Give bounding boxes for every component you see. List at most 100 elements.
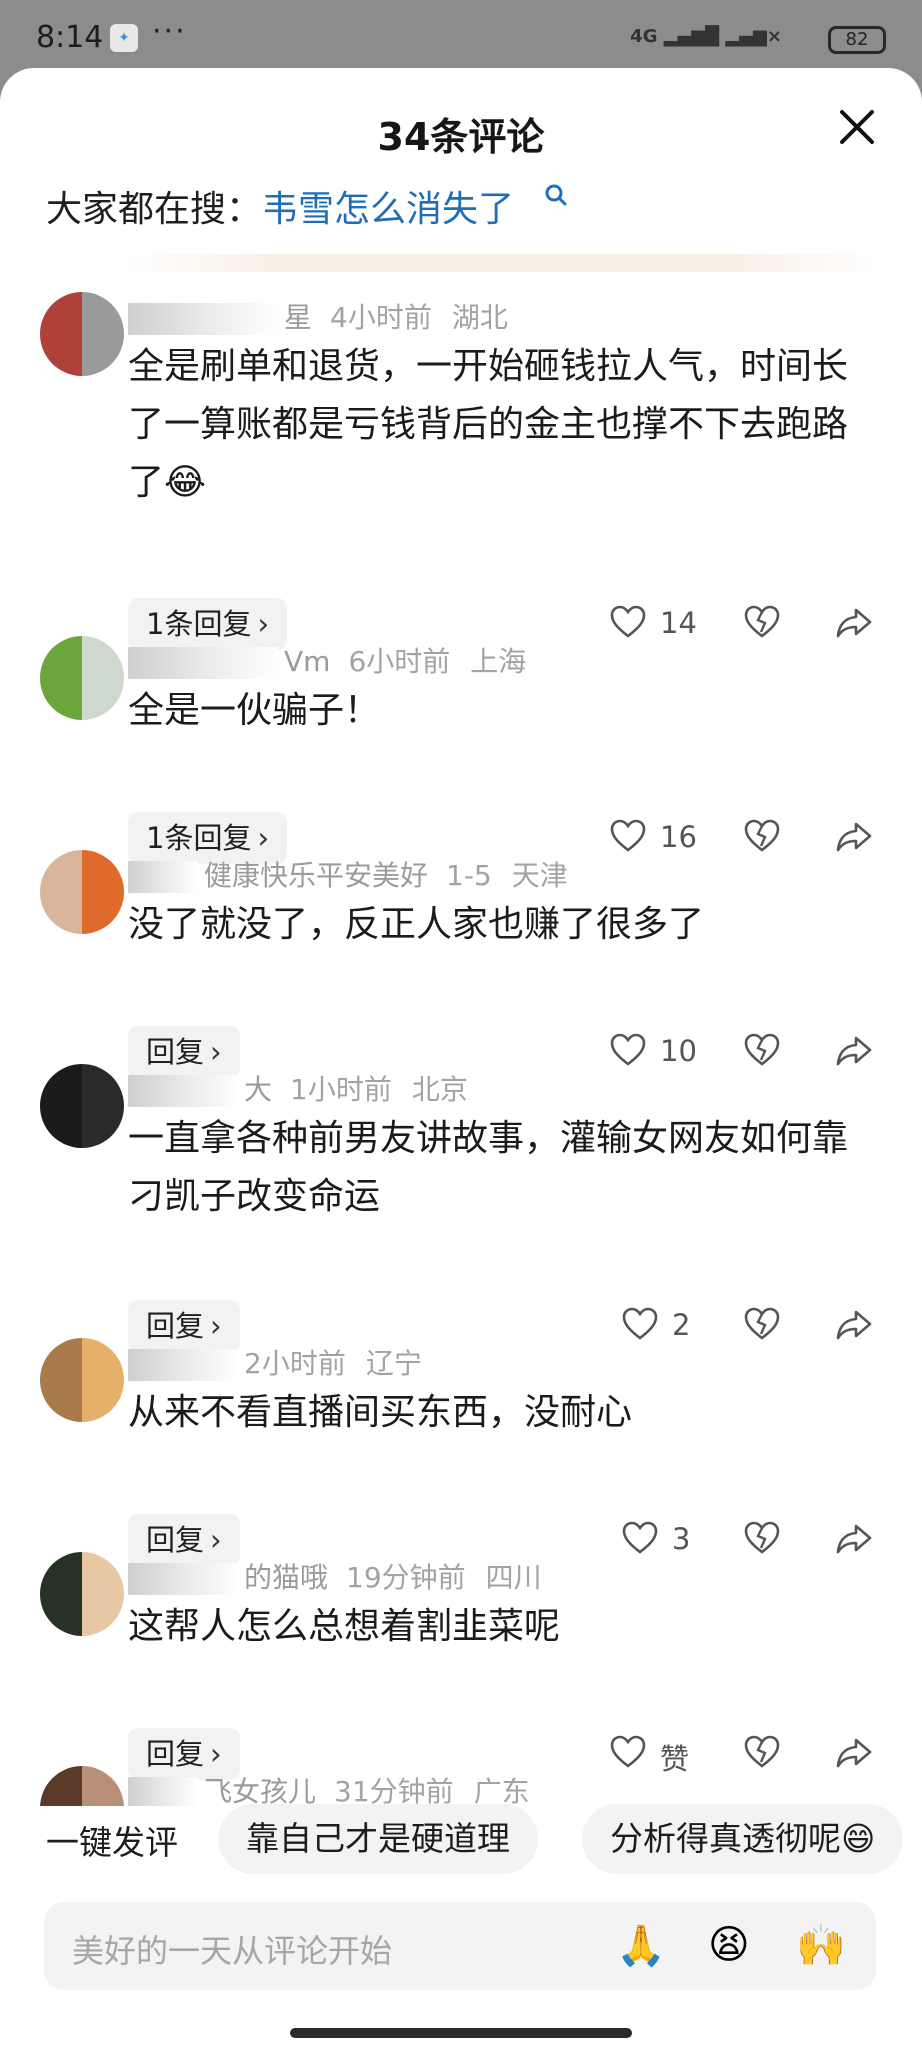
- like-count: 3: [672, 1522, 691, 1556]
- chevron-right-icon: ›: [210, 1523, 222, 1557]
- username-blurred[interactable]: [128, 1349, 238, 1381]
- broken-heart-icon: [744, 1033, 780, 1066]
- username-blurred[interactable]: [128, 861, 198, 893]
- emoji-clap[interactable]: 🙌: [796, 1922, 846, 1969]
- quick-comment-chip[interactable]: 分析得真透彻呢😄: [582, 1804, 904, 1874]
- comment-meta: 的猫哦 19分钟前 四川: [128, 1556, 542, 1596]
- quick-comment-bar: 一键发评 靠自己才是硬道理 分析得真透彻呢😄: [0, 1804, 922, 1876]
- avatar[interactable]: [40, 292, 124, 376]
- comment-meta: 大 1小时前 北京: [128, 1068, 468, 1108]
- comments-sheet: 34条评论 大家都在搜：韦雪怎么消失了 星 4小时前 湖北 全是刷单和退货，一开始砸…: [0, 68, 922, 2048]
- comment-text: 从来不看直播间买东西，没耐心: [128, 1392, 633, 1433]
- share-arrow-icon: [836, 608, 872, 638]
- comment-meta: 飞女孩儿 31分钟前 广东: [128, 1770, 530, 1806]
- broken-heart-icon: [744, 1307, 780, 1340]
- share-button[interactable]: [834, 602, 874, 646]
- chevron-right-icon: ›: [210, 1035, 222, 1069]
- comment-text: 全是一伙骗子！: [128, 690, 381, 731]
- chevron-right-icon: ›: [257, 821, 270, 855]
- like-button[interactable]: 3: [620, 1518, 690, 1562]
- like-button[interactable]: 10: [608, 1030, 697, 1074]
- avatar[interactable]: [40, 850, 124, 934]
- share-button[interactable]: [834, 816, 874, 860]
- more-notifications-icon: ···: [152, 14, 187, 49]
- like-button[interactable]: 14: [608, 602, 697, 646]
- like-count: 10: [660, 1034, 697, 1068]
- close-button[interactable]: [834, 104, 880, 150]
- username-blurred[interactable]: [128, 303, 278, 335]
- username-blurred[interactable]: [128, 1777, 198, 1806]
- dislike-button[interactable]: [742, 1030, 782, 1074]
- heart-icon: [610, 819, 646, 852]
- like-button[interactable]: 16: [608, 816, 697, 860]
- comment-meta: 健康快乐平安美好 1-5 天津: [128, 854, 568, 894]
- comment-location: 四川: [485, 1561, 542, 1594]
- avatar[interactable]: [40, 1064, 124, 1148]
- comment-text: 这帮人怎么总想着割韭菜呢: [128, 1606, 561, 1647]
- comment-time: 1-5: [446, 859, 492, 892]
- comment-location: 上海: [470, 645, 527, 678]
- sheet-title: 34条评论: [377, 115, 545, 159]
- dislike-button[interactable]: [742, 1518, 782, 1562]
- search-icon: [545, 184, 567, 206]
- avatar[interactable]: [40, 1338, 124, 1422]
- comment-text: 没了就没了，反正人家也赚了很多了: [128, 904, 705, 945]
- like-button[interactable]: 2: [620, 1304, 690, 1348]
- username-blurred[interactable]: [128, 1563, 238, 1595]
- heart-icon: [610, 605, 646, 638]
- broken-heart-icon: [744, 605, 780, 638]
- quick-comment-chip[interactable]: 靠自己才是硬道理: [218, 1804, 538, 1874]
- avatar[interactable]: [40, 636, 124, 720]
- status-time: 8:14: [36, 20, 104, 55]
- emoji-pray[interactable]: 🙏: [616, 1922, 666, 1969]
- comment-input-placeholder: 美好的一天从评论开始: [72, 1932, 393, 1970]
- comment-meta: 2小时前 辽宁: [128, 1342, 422, 1382]
- comment-location: 北京: [411, 1073, 468, 1106]
- share-arrow-icon: [836, 1036, 872, 1066]
- hot-search[interactable]: 大家都在搜：韦雪怎么消失了: [46, 180, 514, 232]
- comment-text: 一直拿各种前男友讲故事，灌输女网友如何靠刁凯子改变命运: [128, 1118, 849, 1217]
- avatar[interactable]: [40, 1552, 124, 1636]
- emoji-tired[interactable]: 😫: [708, 1922, 750, 1968]
- like-count: 2: [672, 1308, 691, 1342]
- hot-search-label: 大家都在搜：: [46, 189, 263, 230]
- comment-text: 全是刷单和退货，一开始砸钱拉人气，时间长了一算账都是亏钱背后的金主也撑不下去跑路…: [128, 346, 849, 503]
- comment-time: 19分钟前: [346, 1561, 466, 1594]
- broken-heart-icon: [744, 1521, 780, 1554]
- comment-time: 6小时前: [348, 645, 451, 678]
- username-blurred[interactable]: [128, 1075, 238, 1107]
- share-arrow-icon: [836, 822, 872, 852]
- share-button[interactable]: [834, 1030, 874, 1074]
- avatar[interactable]: [40, 1766, 124, 1806]
- comment-location: 天津: [511, 859, 568, 892]
- comment-location: 湖北: [451, 301, 508, 334]
- quick-comment-label: 一键发评: [46, 1823, 178, 1862]
- comment-time: 1小时前: [290, 1073, 392, 1106]
- dislike-button[interactable]: [742, 1304, 782, 1348]
- divider: [128, 254, 876, 272]
- share-arrow-icon: [836, 1310, 872, 1340]
- battery-icon: 82: [828, 26, 886, 54]
- dislike-button[interactable]: [742, 816, 782, 860]
- comment-time: 2小时前: [244, 1347, 346, 1380]
- heart-icon: [622, 1521, 658, 1554]
- share-button[interactable]: [834, 1304, 874, 1348]
- hot-search-term[interactable]: 韦雪怎么消失了: [262, 189, 514, 230]
- dislike-button[interactable]: [742, 602, 782, 646]
- broken-heart-icon: [744, 819, 780, 852]
- share-button[interactable]: [834, 1518, 874, 1562]
- close-icon: [840, 110, 874, 144]
- comment-meta: Vm 6小时前 上海: [128, 640, 526, 680]
- signal-icon: 4G ▂▄▆█ ▂▄▆×: [630, 26, 782, 47]
- comment-location: 广东: [473, 1775, 530, 1806]
- share-arrow-icon: [836, 1524, 872, 1554]
- comment-time: 31分钟前: [334, 1775, 454, 1806]
- username-blurred[interactable]: [128, 647, 278, 679]
- comment-location: 辽宁: [365, 1347, 422, 1380]
- home-indicator[interactable]: [290, 2028, 632, 2038]
- chevron-right-icon: ›: [210, 1309, 222, 1343]
- status-bar: 8:14 ✦ ··· 4G ▂▄▆█ ▂▄▆× 82: [0, 0, 922, 68]
- like-count: 14: [660, 606, 697, 640]
- comment-input[interactable]: 美好的一天从评论开始 🙏 😫 🙌: [44, 1902, 876, 1990]
- comment-meta: 星 4小时前 湖北: [128, 296, 508, 336]
